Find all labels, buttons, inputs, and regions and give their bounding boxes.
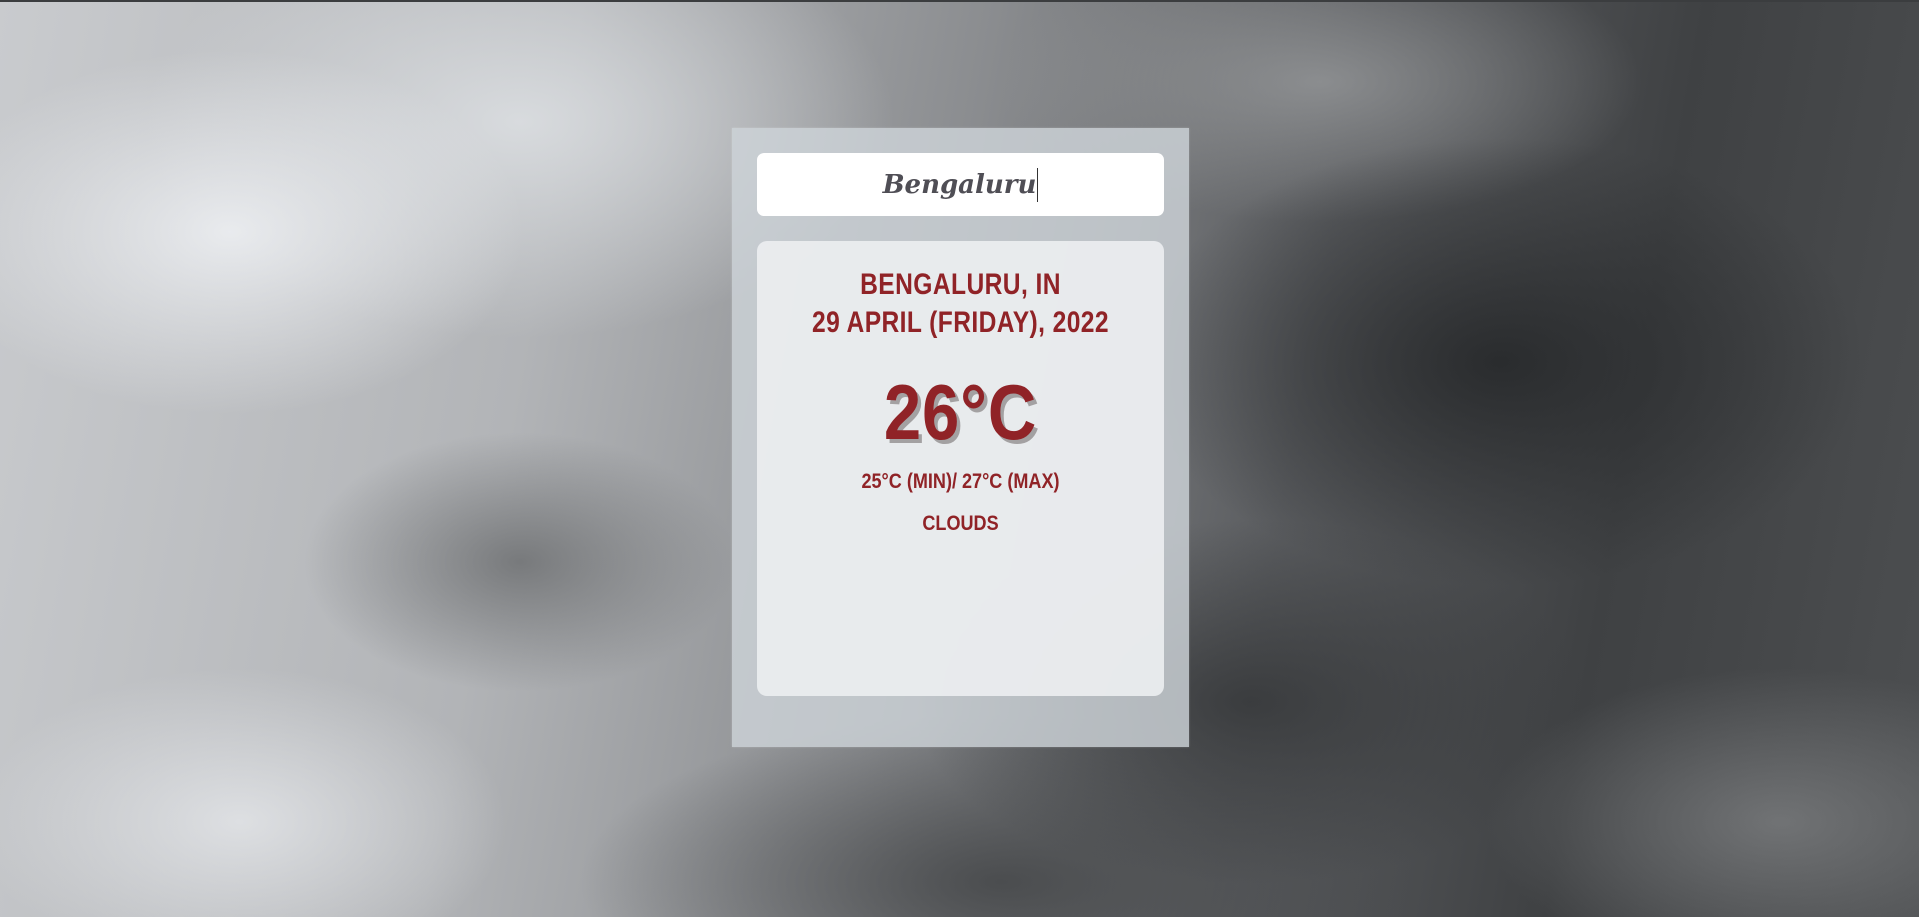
current-temperature: 26°C <box>883 368 1038 456</box>
city-search-value[interactable]: Bengaluru <box>883 170 1037 200</box>
location-label: BENGALURU, IN <box>860 268 1061 301</box>
text-caret <box>1037 167 1039 202</box>
date-label: 29 APRIL (FRIDAY), 2022 <box>812 306 1109 339</box>
weather-condition: CLOUDS <box>922 512 999 535</box>
weather-app-panel: Bengaluru BENGALURU, IN 29 APRIL (FRIDAY… <box>732 128 1189 747</box>
city-search-input[interactable]: Bengaluru <box>757 153 1164 216</box>
weather-card: BENGALURU, IN 29 APRIL (FRIDAY), 2022 26… <box>757 241 1164 696</box>
min-max-temperature: 25°C (MIN)/ 27°C (MAX) <box>861 470 1060 493</box>
